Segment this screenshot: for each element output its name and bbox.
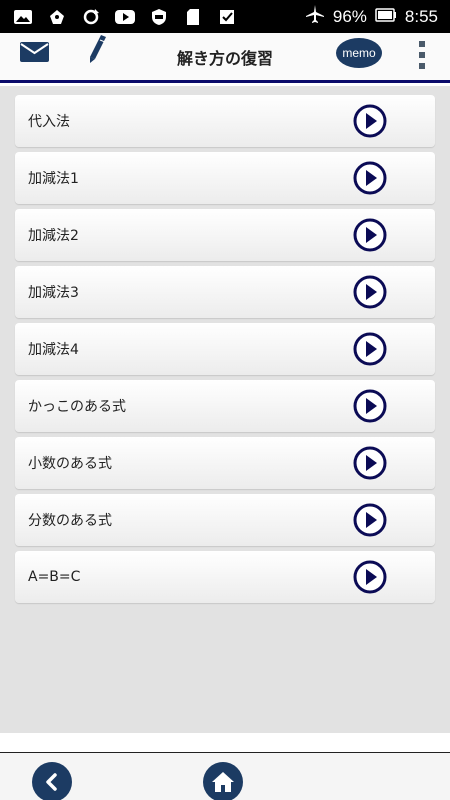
battery-percent: 96% (332, 6, 367, 26)
mail-button[interactable] (18, 41, 50, 67)
list-item[interactable]: 代入法 (15, 95, 435, 147)
list-item-label: A=B=C (28, 569, 81, 585)
list-item-label: 分数のある式 (28, 513, 112, 529)
play-icon[interactable] (353, 560, 387, 594)
list-item[interactable]: 分数のある式 (15, 494, 435, 546)
more-vert-icon (419, 41, 425, 69)
back-button[interactable] (32, 762, 72, 800)
list-item-label: 加減法4 (28, 342, 79, 358)
sd-card-icon (182, 8, 204, 26)
list-item[interactable]: 小数のある式 (15, 437, 435, 489)
bottom-bar (0, 752, 450, 800)
youtube-icon (114, 8, 136, 26)
pencil-button[interactable] (84, 34, 110, 68)
play-icon[interactable] (353, 332, 387, 366)
content-area: 代入法 加減法1 加減法2 加減法3 加減法4 かっこのある式 小数のある式 分… (0, 86, 450, 733)
list-item[interactable]: A=B=C (15, 551, 435, 603)
list-item-label: 加減法2 (28, 228, 79, 244)
back-icon (46, 773, 57, 791)
notification-icon (46, 8, 68, 26)
photo-icon (12, 8, 34, 26)
list-item[interactable]: 加減法2 (15, 209, 435, 261)
status-bar: 96% 8:55 (0, 0, 450, 33)
airplane-icon (305, 4, 325, 29)
page-title: 解き方の復習 (176, 48, 273, 68)
play-icon[interactable] (353, 389, 387, 423)
shield-icon (148, 8, 170, 26)
list-item-label: 代入法 (28, 114, 70, 130)
list-item[interactable]: 加減法1 (15, 152, 435, 204)
play-icon[interactable] (353, 275, 387, 309)
list-item-label: 小数のある式 (28, 456, 112, 472)
memo-label: memo (336, 38, 382, 68)
list-item[interactable]: かっこのある式 (15, 380, 435, 432)
clock: 8:55 (404, 6, 438, 26)
list-item[interactable]: 加減法4 (15, 323, 435, 375)
home-button[interactable] (203, 762, 243, 800)
play-icon[interactable] (353, 446, 387, 480)
status-right: 96% 8:55 (305, 4, 438, 29)
list-item-label: 加減法1 (28, 171, 79, 187)
home-icon (212, 772, 234, 792)
memo-button[interactable]: memo (336, 38, 382, 68)
app-header: 解き方の復習 memo (0, 33, 450, 83)
pencil-icon (86, 33, 108, 69)
more-button[interactable] (414, 37, 430, 73)
status-icons (12, 8, 238, 26)
list-item-label: 加減法3 (28, 285, 79, 301)
play-icon[interactable] (353, 104, 387, 138)
check-icon (216, 8, 238, 26)
sync-icon (80, 8, 102, 26)
play-icon[interactable] (353, 161, 387, 195)
play-icon[interactable] (353, 503, 387, 537)
list-item-label: かっこのある式 (28, 399, 126, 415)
battery-icon (375, 7, 397, 27)
mail-icon (19, 41, 50, 67)
play-icon[interactable] (353, 218, 387, 252)
list-item[interactable]: 加減法3 (15, 266, 435, 318)
